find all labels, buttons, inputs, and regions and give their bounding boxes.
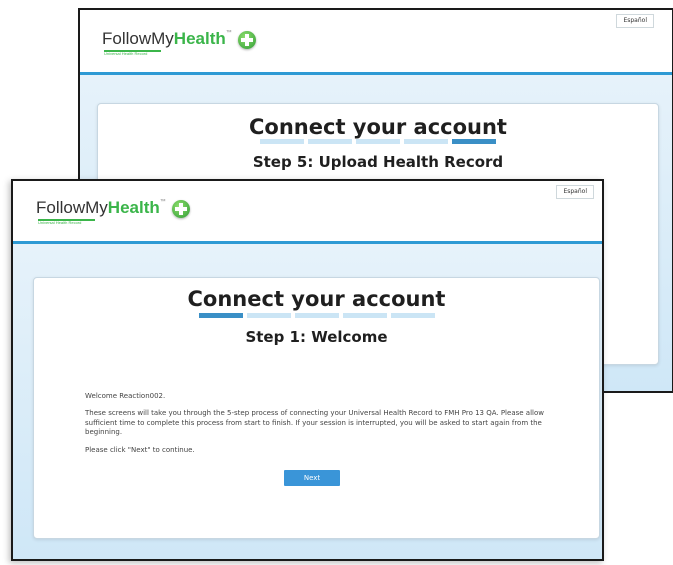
step-progress xyxy=(98,139,658,144)
step-indicator-2 xyxy=(246,313,291,318)
step-title: Step 1: Welcome xyxy=(245,328,388,346)
step-indicator-2 xyxy=(308,139,352,144)
connect-card: Connect your account Step 1: Welcome Wel… xyxy=(33,277,600,539)
logo-tagline: Universal Health Record xyxy=(104,51,148,56)
step-indicator-3 xyxy=(356,139,400,144)
step-indicator-4 xyxy=(404,139,448,144)
step-indicator-1 xyxy=(198,313,243,318)
instruction-text: Please click "Next" to continue. xyxy=(85,445,195,454)
page-title: Connect your account xyxy=(249,115,507,139)
logo: FollowMyHealth™ Universal Health Record xyxy=(36,199,190,225)
step-title: Step 5: Upload Health Record xyxy=(252,153,504,171)
page-title: Connect your account xyxy=(187,287,446,311)
health-cross-icon xyxy=(237,31,256,49)
step-indicator-1 xyxy=(260,139,304,144)
description-text: These screens will take you through the … xyxy=(85,409,544,437)
language-button[interactable]: Español xyxy=(556,185,594,199)
step-progress xyxy=(34,313,599,318)
language-button[interactable]: Español xyxy=(616,14,654,28)
next-button[interactable]: Next xyxy=(284,470,340,486)
step-indicator-4 xyxy=(342,313,387,318)
step-indicator-3 xyxy=(294,313,339,318)
logo: FollowMyHealth™ Universal Health Record xyxy=(102,30,256,56)
header: FollowMyHealth™ Universal Health Record … xyxy=(80,10,672,75)
step-indicator-5 xyxy=(390,313,435,318)
front-window: FollowMyHealth™ Universal Health Record … xyxy=(11,179,604,561)
welcome-content: Welcome Reaction002. These screens will … xyxy=(85,392,555,463)
step-indicator-5 xyxy=(452,139,496,144)
logo-tagline: Universal Health Record xyxy=(38,220,82,225)
health-cross-icon xyxy=(171,200,190,218)
header: FollowMyHealth™ Universal Health Record … xyxy=(13,181,602,244)
welcome-text: Welcome Reaction002. xyxy=(85,392,166,400)
